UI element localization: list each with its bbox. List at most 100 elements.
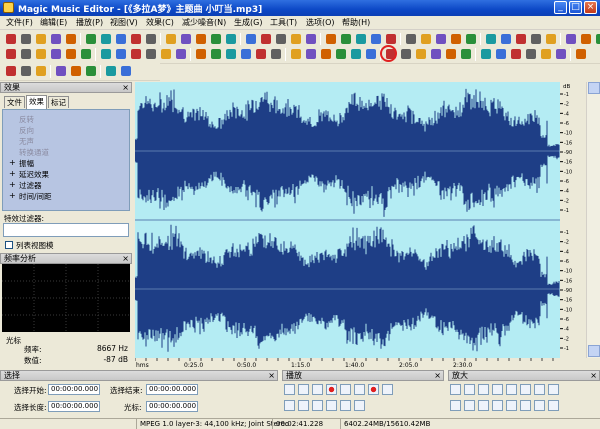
new-file-icon[interactable] — [164, 32, 178, 46]
record-icon[interactable] — [49, 32, 63, 46]
spectrum-icon[interactable] — [459, 47, 473, 61]
zoom-horizontal-icon[interactable] — [534, 384, 545, 395]
menu-edit[interactable]: 编辑(E) — [40, 17, 67, 28]
scroll-up-button[interactable] — [588, 82, 600, 94]
copy-icon[interactable] — [174, 47, 188, 61]
zoom-vertical-icon[interactable] — [450, 400, 461, 411]
fade-icon[interactable] — [414, 47, 428, 61]
echo-icon[interactable] — [114, 47, 128, 61]
new-file-icon[interactable] — [484, 32, 498, 46]
tab-markers[interactable]: 标记 — [48, 96, 69, 108]
effect-item[interactable]: + 过滤器 — [9, 180, 42, 191]
echo-icon[interactable] — [269, 47, 283, 61]
echo-icon[interactable] — [429, 47, 443, 61]
zoom-vertical-icon[interactable] — [520, 400, 531, 411]
waveform-icon[interactable] — [129, 32, 143, 46]
open-file-icon[interactable] — [499, 32, 513, 46]
record-icon[interactable] — [369, 32, 383, 46]
record-start-icon[interactable] — [368, 384, 379, 395]
menu-noise[interactable]: 减少噪音(N) — [182, 17, 226, 28]
zoom-horizontal-icon[interactable] — [478, 384, 489, 395]
stop-record-icon[interactable] — [382, 384, 393, 395]
redo-icon[interactable] — [579, 32, 593, 46]
zoom-horizontal-icon[interactable] — [520, 384, 531, 395]
zoom-panel-close-icon[interactable]: × — [590, 371, 597, 380]
trim-icon[interactable] — [364, 47, 378, 61]
normalize-icon[interactable] — [79, 47, 93, 61]
scroll-down-button[interactable] — [588, 345, 600, 357]
cut-icon[interactable] — [479, 47, 493, 61]
waveform-icon[interactable] — [449, 32, 463, 46]
vertical-scrollbar[interactable] — [586, 82, 600, 358]
menu-help[interactable]: 帮助(H) — [342, 17, 370, 28]
zoom-horizontal-icon[interactable] — [506, 384, 517, 395]
normalize-icon[interactable] — [399, 47, 413, 61]
zoom-horizontal-icon[interactable] — [548, 384, 559, 395]
selection-end-field[interactable]: 00:00:00.000 — [146, 384, 198, 395]
filter-icon[interactable] — [144, 32, 158, 46]
effect-item[interactable]: 反转 — [19, 114, 34, 125]
cursor-position-field[interactable]: 00:00:00.000 — [146, 401, 198, 412]
open-file-icon[interactable] — [179, 32, 193, 46]
undo-icon[interactable] — [84, 32, 98, 46]
wand-icon[interactable] — [4, 64, 18, 78]
menu-view[interactable]: 视图(V) — [110, 17, 138, 28]
eq-icon[interactable] — [444, 47, 458, 61]
spectrum-icon[interactable] — [304, 47, 318, 61]
cut-icon[interactable] — [159, 47, 173, 61]
zoom-vertical-icon[interactable] — [548, 400, 559, 411]
menu-options[interactable]: 选项(O) — [306, 17, 335, 28]
play-icon[interactable] — [284, 384, 295, 395]
save-icon[interactable] — [194, 32, 208, 46]
save-icon[interactable] — [514, 32, 528, 46]
cd-icon[interactable] — [544, 32, 558, 46]
mix-icon[interactable] — [224, 47, 238, 61]
play-panel-close-icon[interactable]: × — [434, 371, 441, 380]
fade-icon[interactable] — [574, 47, 588, 61]
eq-icon[interactable] — [289, 47, 303, 61]
trim-icon[interactable] — [49, 47, 63, 61]
cut-icon[interactable] — [4, 47, 18, 61]
freq-panel-close-icon[interactable]: × — [122, 254, 129, 263]
paste-icon[interactable] — [194, 47, 208, 61]
fade-icon[interactable] — [254, 47, 268, 61]
go-end-icon[interactable] — [326, 400, 337, 411]
prev-marker-icon[interactable] — [340, 400, 351, 411]
new-file-icon[interactable] — [324, 32, 338, 46]
eq-icon[interactable] — [129, 47, 143, 61]
menu-play[interactable]: 播放(P) — [76, 17, 103, 28]
effect-item[interactable]: + 时间/间距 — [9, 191, 52, 202]
paste-icon[interactable] — [349, 47, 363, 61]
trim-icon[interactable] — [524, 47, 538, 61]
expand-icon[interactable]: + — [9, 191, 16, 200]
wand-icon[interactable] — [69, 64, 83, 78]
effect-item[interactable]: 反向 — [19, 125, 34, 136]
marker-icon[interactable] — [84, 64, 98, 78]
effect-item[interactable]: + 延迟效果 — [9, 169, 49, 180]
menu-generate[interactable]: 生成(G) — [234, 17, 262, 28]
expand-icon[interactable]: + — [9, 169, 16, 178]
record-icon[interactable] — [529, 32, 543, 46]
region-icon[interactable] — [34, 64, 48, 78]
normalize-icon[interactable] — [239, 47, 253, 61]
expand-icon[interactable]: + — [9, 180, 16, 189]
redo-icon[interactable] — [419, 32, 433, 46]
copy-icon[interactable] — [334, 47, 348, 61]
save-icon[interactable] — [34, 32, 48, 46]
zoom-horizontal-icon[interactable] — [492, 384, 503, 395]
effect-item[interactable]: + 振幅 — [9, 158, 34, 169]
flag-icon[interactable] — [54, 64, 68, 78]
effects-panel-close-icon[interactable]: × — [122, 83, 129, 92]
play-icon[interactable] — [274, 32, 288, 46]
undo-icon[interactable] — [404, 32, 418, 46]
redo-icon[interactable] — [259, 32, 273, 46]
region-icon[interactable] — [104, 64, 118, 78]
next-marker-icon[interactable] — [354, 400, 365, 411]
selection-panel-close-icon[interactable]: × — [268, 371, 275, 380]
rewind-icon[interactable] — [298, 400, 309, 411]
waveform-icon[interactable] — [289, 32, 303, 46]
cd-icon[interactable] — [64, 32, 78, 46]
go-start-icon[interactable] — [284, 400, 295, 411]
play-selection-icon[interactable] — [312, 384, 323, 395]
save-icon[interactable] — [354, 32, 368, 46]
